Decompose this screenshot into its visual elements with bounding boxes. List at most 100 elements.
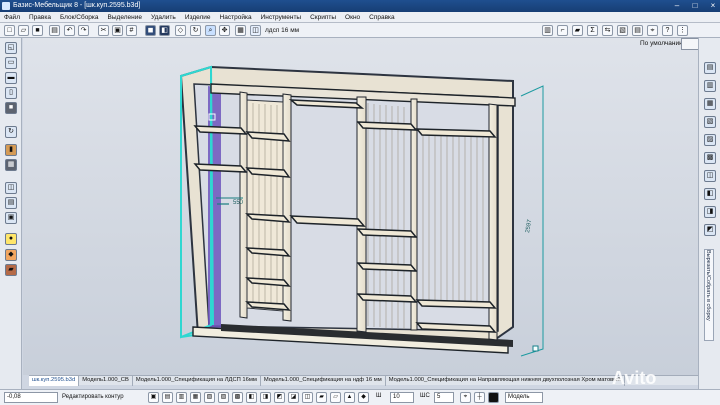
right-panel-icon-5[interactable]: ▨ [704,134,716,146]
right-panel-icon-4[interactable]: ▧ [704,116,716,128]
status-tool-11-icon[interactable]: ◪ [288,392,299,403]
wardrobe-model[interactable]: 550 2597 [179,65,544,357]
maximize-icon[interactable]: □ [690,1,700,11]
status-tool-15-icon[interactable]: ▲ [344,392,355,403]
menu-product[interactable]: Изделие [185,14,211,21]
copy-tool-icon[interactable]: ▣ [5,212,17,224]
right-panel-icon-7[interactable]: ◫ [704,170,716,182]
status-tool-9-icon[interactable]: ◨ [260,392,271,403]
shelf-tool-icon[interactable]: ▬ [5,72,17,84]
undo-icon[interactable]: ↶ [64,25,75,36]
light-icon[interactable]: ● [5,233,17,245]
menu-tools[interactable]: Инструменты [261,14,302,21]
tab-cb[interactable]: Модель1.000_СВ [79,376,133,386]
tab-mdf-spec[interactable]: Модель1.000_Спецификация на ндф 16 мм [261,376,386,386]
status-tool-16-icon[interactable]: ◆ [358,392,369,403]
shaded-view-icon[interactable]: ◼ [145,25,156,36]
close-icon[interactable]: × [708,1,718,11]
hatch-icon[interactable]: ▧ [617,25,628,36]
snap-toggle-icon[interactable]: ⌖ [460,392,471,403]
minimize-icon[interactable]: – [672,1,682,11]
sum-icon[interactable]: Σ [587,25,598,36]
cut-icon[interactable]: ✂ [98,25,109,36]
projection-select[interactable]: По умолчанию [640,40,684,47]
panel-tool-icon[interactable]: ▭ [5,57,17,69]
view-cube[interactable] [681,38,699,50]
assembly-side-tab[interactable]: Вырезать/Собрать в сборку [704,249,714,341]
open-folder-icon[interactable]: ▱ [18,25,29,36]
status-tool-2-icon[interactable]: ▤ [162,392,173,403]
paint-icon[interactable]: ◆ [5,249,17,261]
status-tool-4-icon[interactable]: ▦ [190,392,201,403]
hidden-line-view-icon[interactable]: ◧ [159,25,170,36]
model-space-select[interactable]: Модель [505,392,543,403]
wireframe-view-icon[interactable]: ◇ [175,25,186,36]
cube-tool-icon[interactable]: ◱ [5,42,17,54]
color-swatch-icon[interactable] [488,392,499,403]
save-icon[interactable]: ■ [32,25,43,36]
mirror-icon[interactable]: ⇆ [602,25,613,36]
box-tool-icon[interactable]: ■ [5,102,17,114]
drawer-tool-icon[interactable]: ▦ [5,159,17,171]
rotate-tool-icon[interactable]: ↻ [5,126,17,138]
right-panel-icon-10[interactable]: ◩ [704,224,716,236]
new-file-icon[interactable]: □ [4,25,15,36]
options-icon[interactable]: ⋮ [677,25,688,36]
layers-icon[interactable]: ▦ [235,25,246,36]
copy-icon[interactable]: ▣ [112,25,123,36]
rotate-view-icon[interactable]: ↻ [190,25,201,36]
material-layer-label[interactable]: лдсп 16 мм [265,25,299,36]
menu-block-assembly[interactable]: Блок/Сборка [60,14,99,21]
axis-toggle-icon[interactable]: ┼ [474,392,485,403]
coordinate-field[interactable]: -0,08 [4,392,58,403]
menu-selection[interactable]: Выделение [108,14,142,21]
zoom-icon[interactable]: ⌕ [205,25,216,36]
right-panel-icon-8[interactable]: ◧ [704,188,716,200]
edge-tool-icon[interactable]: ▤ [5,197,17,209]
print-icon[interactable]: ▤ [49,25,60,36]
tab-main-model[interactable]: шк.куп.2595.b3d [29,376,80,386]
status-tool-1-icon[interactable]: ▣ [148,392,159,403]
tab-guide-spec[interactable]: Модель1.000_Спецификация на Направляющая… [386,376,625,386]
pan-icon[interactable]: ✥ [219,25,230,36]
menu-window[interactable]: Окно [345,14,360,21]
tab-ldsp-spec[interactable]: Модель1.000_Спецификация на ЛДСП 16мм [133,376,261,386]
3d-model-viewport[interactable]: По умолчанию 550 2597 [23,38,699,375]
help-icon[interactable]: ? [662,25,673,36]
status-tool-7-icon[interactable]: ▩ [232,392,243,403]
redo-icon[interactable]: ↷ [78,25,89,36]
properties-icon[interactable]: ▥ [542,25,553,36]
menu-delete[interactable]: Удалить [151,14,176,21]
status-tool-12-icon[interactable]: ◫ [302,392,313,403]
menu-file[interactable]: Файл [4,14,20,21]
texture-icon[interactable]: ▰ [5,264,17,276]
status-tool-13-icon[interactable]: ▰ [316,392,327,403]
right-panel-icon-9[interactable]: ◨ [704,206,716,218]
panel-icon[interactable]: ▤ [632,25,643,36]
grid-select[interactable]: 5 [434,392,454,403]
profile-tool-icon[interactable]: ◫ [5,182,17,194]
door-tool-icon[interactable]: ▯ [5,87,17,99]
status-tool-8-icon[interactable]: ◧ [246,392,257,403]
right-panel-icon-6[interactable]: ▩ [704,152,716,164]
right-panel-icon-1[interactable]: ▤ [704,62,716,74]
status-tool-10-icon[interactable]: ◩ [274,392,285,403]
status-tool-5-icon[interactable]: ▧ [204,392,215,403]
status-tool-14-icon[interactable]: ▱ [330,392,341,403]
material-icon[interactable]: ◫ [250,25,261,36]
menu-help[interactable]: Справка [369,14,395,21]
status-tool-3-icon[interactable]: ▥ [176,392,187,403]
right-panel-icon-3[interactable]: ▦ [704,98,716,110]
snap-icon[interactable]: ⌖ [647,25,658,36]
menu-settings[interactable]: Настройка [220,14,252,21]
menu-edit[interactable]: Правка [29,14,51,21]
measure-icon[interactable]: ⌐ [557,25,568,36]
status-bar: -0,08 Редактировать контур ▣ ▤ ▥ ▦ ▧ ▨ ▩… [0,389,720,405]
menu-scripts[interactable]: Скрипты [310,14,336,21]
step-select[interactable]: 10 [390,392,414,403]
fitting-tool-icon[interactable]: ▮ [5,144,17,156]
stamp-icon[interactable]: ▰ [572,25,583,36]
grid-icon[interactable]: # [126,25,137,36]
right-panel-icon-2[interactable]: ▥ [704,80,716,92]
status-tool-6-icon[interactable]: ▨ [218,392,229,403]
